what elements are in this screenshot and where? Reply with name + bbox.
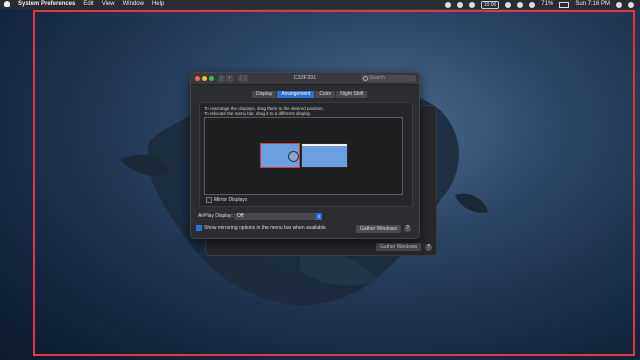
search-placeholder: Search <box>369 75 385 81</box>
wifi-icon[interactable] <box>517 1 524 8</box>
menu-window[interactable]: Window <box>123 0 144 9</box>
mirror-displays-label: Mirror Displays <box>214 197 248 203</box>
menu-bar: System Preferences Edit View Window Help… <box>0 0 640 9</box>
menu-view[interactable]: View <box>102 0 115 9</box>
title-bar: ‹ › ⋮⋮ C32F391 Search <box>191 73 419 85</box>
volume-icon[interactable] <box>529 1 536 8</box>
tab-display[interactable]: Display <box>252 91 278 98</box>
tab-bar: Display Arrangement Color Night Shift <box>252 91 369 98</box>
menu-edit[interactable]: Edit <box>83 0 93 9</box>
tab-color[interactable]: Color <box>315 91 337 98</box>
chevron-updown-icon: ⇕ <box>316 213 322 220</box>
search-field[interactable]: Search <box>361 75 416 82</box>
drag-cursor-icon <box>288 151 299 162</box>
displays-preferences-window: ‹ › ⋮⋮ C32F391 Search Display Arrangemen… <box>190 72 420 239</box>
search-icon <box>363 76 368 81</box>
apple-menu-icon[interactable] <box>4 1 10 7</box>
show-mirroring-checkbox-box[interactable] <box>196 225 202 231</box>
instruction-text-2: To relocate the menu bar, drag it to a d… <box>204 111 311 116</box>
battery-percent[interactable]: 71% <box>541 0 553 9</box>
tab-night-shift[interactable]: Night Shift <box>336 91 369 98</box>
status-icon-2[interactable] <box>456 1 463 8</box>
airplay-select[interactable]: Off ⇕ <box>234 213 322 220</box>
gather-windows-button[interactable]: Gather Windows <box>356 225 401 233</box>
notification-center-icon[interactable] <box>628 1 634 8</box>
menu-app-name[interactable]: System Preferences <box>18 0 75 9</box>
menubar-clock[interactable]: Sun 7:16 PM <box>575 0 610 9</box>
status-icon-1[interactable] <box>444 1 451 8</box>
spotlight-icon[interactable] <box>616 1 622 8</box>
mirror-displays-checkbox[interactable]: Mirror Displays <box>206 197 247 203</box>
menubar-timer[interactable]: 10:00 <box>480 0 500 9</box>
tab-arrangement[interactable]: Arrangement <box>277 91 316 98</box>
display-thumbnail-2-main[interactable] <box>301 143 348 168</box>
status-icon-4[interactable] <box>505 1 512 8</box>
airplay-value: Off <box>237 213 244 219</box>
display-arrangement-area[interactable] <box>204 117 403 195</box>
show-mirroring-label: Show mirroring options in the menu bar w… <box>204 225 326 231</box>
menu-help[interactable]: Help <box>152 0 164 9</box>
status-icon-3[interactable] <box>468 1 475 8</box>
mirror-checkbox-box[interactable] <box>206 197 212 203</box>
battery-icon[interactable] <box>559 1 570 8</box>
background-gather-button[interactable]: Gather Windows <box>376 243 421 251</box>
airplay-label: AirPlay Display: <box>198 213 234 219</box>
background-help-button[interactable]: ? <box>425 244 432 251</box>
show-mirroring-checkbox[interactable]: Show mirroring options in the menu bar w… <box>196 225 326 231</box>
arrangement-panel: To rearrange the displays, drag them to … <box>199 102 413 207</box>
menu-bar-indicator[interactable] <box>302 144 347 146</box>
help-button[interactable]: ? <box>404 225 411 232</box>
